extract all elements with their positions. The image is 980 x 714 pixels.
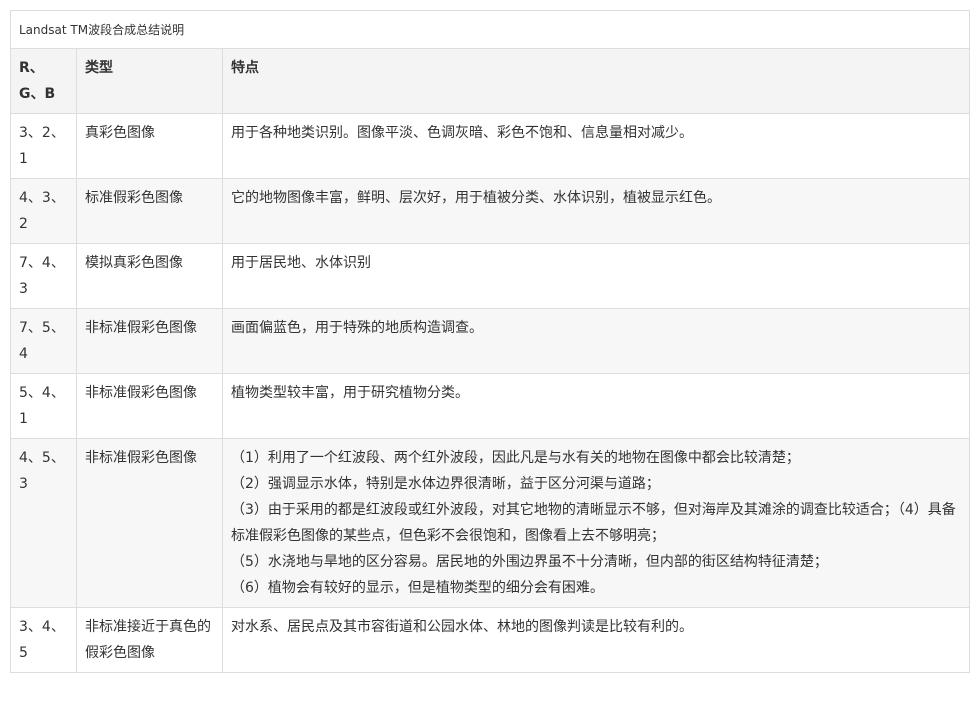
cell-features: 用于居民地、水体识别 bbox=[222, 243, 970, 309]
feature-text: 用于居民地、水体识别 bbox=[231, 255, 371, 271]
header-rgb: R、G、B bbox=[10, 48, 77, 114]
header-type: 类型 bbox=[76, 48, 223, 114]
table-row: 7、4、3 模拟真彩色图像 用于居民地、水体识别 bbox=[10, 243, 970, 309]
cell-features: （1）利用了一个红波段、两个红外波段，因此凡是与水有关的地物在图像中都会比较清楚… bbox=[222, 438, 970, 608]
cell-features: 植物类型较丰富，用于研究植物分类。 bbox=[222, 373, 970, 439]
cell-type: 真彩色图像 bbox=[76, 113, 223, 179]
cell-features: 用于各种地类识别。图像平淡、色调灰暗、彩色不饱和、信息量相对减少。 bbox=[222, 113, 970, 179]
feature-text: （3）由于采用的都是红波段或红外波段，对其它地物的清晰显示不够，但对海岸及其滩涂… bbox=[231, 502, 956, 544]
table-row: 7、5、4 非标准假彩色图像 画面偏蓝色，用于特殊的地质构造调查。 bbox=[10, 308, 970, 374]
cell-rgb: 3、4、5 bbox=[10, 607, 77, 673]
feature-text: 用于各种地类识别。图像平淡、色调灰暗、彩色不饱和、信息量相对减少。 bbox=[231, 125, 693, 141]
cell-type: 非标准假彩色图像 bbox=[76, 373, 223, 439]
cell-rgb: 7、5、4 bbox=[10, 308, 77, 374]
feature-text: 画面偏蓝色，用于特殊的地质构造调查。 bbox=[231, 320, 483, 336]
cell-type: 非标准假彩色图像 bbox=[76, 308, 223, 374]
table-row: 4、5、3 非标准假彩色图像 （1）利用了一个红波段、两个红外波段，因此凡是与水… bbox=[10, 438, 970, 608]
cell-type: 标准假彩色图像 bbox=[76, 178, 223, 244]
band-composite-table: Landsat TM波段合成总结说明 R、G、B 类型 特点 3、2、1 真彩色… bbox=[10, 10, 970, 673]
table-row: 3、4、5 非标准接近于真色的假彩色图像 对水系、居民点及其市容街道和公园水体、… bbox=[10, 607, 970, 673]
feature-text: （1）利用了一个红波段、两个红外波段，因此凡是与水有关的地物在图像中都会比较清楚… bbox=[231, 450, 800, 466]
table-row: 5、4、1 非标准假彩色图像 植物类型较丰富，用于研究植物分类。 bbox=[10, 373, 970, 439]
cell-features: 对水系、居民点及其市容街道和公园水体、林地的图像判读是比较有利的。 bbox=[222, 607, 970, 673]
feature-text: 植物类型较丰富，用于研究植物分类。 bbox=[231, 385, 469, 401]
table-row: 3、2、1 真彩色图像 用于各种地类识别。图像平淡、色调灰暗、彩色不饱和、信息量… bbox=[10, 113, 970, 179]
cell-type: 非标准假彩色图像 bbox=[76, 438, 223, 608]
feature-text: 它的地物图像丰富，鲜明、层次好，用于植被分类、水体识别，植被显示红色。 bbox=[231, 190, 721, 206]
feature-text: （2）强调显示水体，特别是水体边界很清晰，益于区分河渠与道路； bbox=[231, 476, 660, 492]
feature-text: （5）水浇地与旱地的区分容易。居民地的外围边界虽不十分清晰，但内部的街区结构特征… bbox=[231, 554, 828, 570]
table-header-row: R、G、B 类型 特点 bbox=[10, 48, 970, 114]
cell-rgb: 7、4、3 bbox=[10, 243, 77, 309]
cell-rgb: 4、5、3 bbox=[10, 438, 77, 608]
cell-type: 非标准接近于真色的假彩色图像 bbox=[76, 607, 223, 673]
cell-rgb: 3、2、1 bbox=[10, 113, 77, 179]
table-row: 4、3、2 标准假彩色图像 它的地物图像丰富，鲜明、层次好，用于植被分类、水体识… bbox=[10, 178, 970, 244]
header-features: 特点 bbox=[222, 48, 970, 114]
feature-text: 对水系、居民点及其市容街道和公园水体、林地的图像判读是比较有利的。 bbox=[231, 619, 693, 635]
feature-text: （6）植物会有较好的显示，但是植物类型的细分会有困难。 bbox=[231, 580, 604, 596]
table-body: 3、2、1 真彩色图像 用于各种地类识别。图像平淡、色调灰暗、彩色不饱和、信息量… bbox=[10, 113, 970, 673]
cell-features: 它的地物图像丰富，鲜明、层次好，用于植被分类、水体识别，植被显示红色。 bbox=[222, 178, 970, 244]
cell-type: 模拟真彩色图像 bbox=[76, 243, 223, 309]
table-caption: Landsat TM波段合成总结说明 bbox=[10, 10, 970, 48]
cell-features: 画面偏蓝色，用于特殊的地质构造调查。 bbox=[222, 308, 970, 374]
cell-rgb: 5、4、1 bbox=[10, 373, 77, 439]
landsat-table-container: Landsat TM波段合成总结说明 R、G、B 类型 特点 3、2、1 真彩色… bbox=[10, 10, 970, 673]
cell-rgb: 4、3、2 bbox=[10, 178, 77, 244]
